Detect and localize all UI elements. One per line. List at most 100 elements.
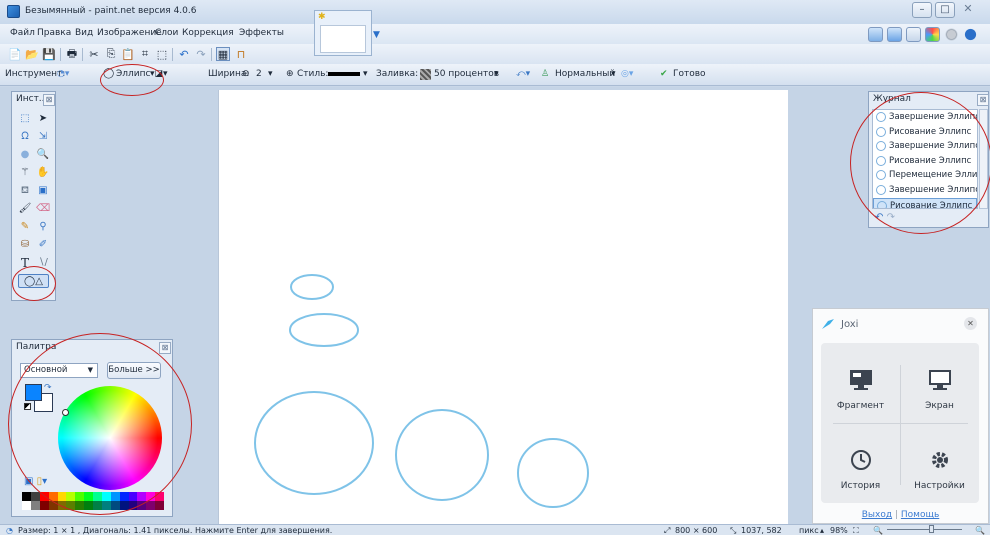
units-dropdown-icon[interactable]: ▴ xyxy=(820,526,824,535)
color-swatch[interactable] xyxy=(30,501,40,510)
color-swatch[interactable] xyxy=(119,501,129,510)
color-swatch[interactable] xyxy=(30,492,40,501)
width-decrease-icon[interactable]: ⊖ xyxy=(242,69,250,79)
grid-icon[interactable]: ▦ xyxy=(216,47,230,61)
history-item[interactable]: Завершение Эллипс xyxy=(873,110,977,125)
history-item[interactable]: Рисование Эллипс xyxy=(873,154,977,169)
paint-bucket-icon[interactable]: ⛾ xyxy=(18,184,32,198)
units-dropdown[interactable]: пикс xyxy=(799,526,819,535)
ruler-icon[interactable]: ⊓ xyxy=(234,47,248,61)
deselect-icon[interactable]: ⬚ xyxy=(155,47,169,61)
history-undo-redo-icons[interactable]: ↶ ↷ xyxy=(875,212,895,223)
color-swatch[interactable] xyxy=(93,492,102,501)
color-swatch[interactable] xyxy=(146,501,156,510)
line-curve-icon[interactable]: ∖/ xyxy=(36,256,50,270)
move-selection-icon[interactable]: ⇲ xyxy=(36,130,50,144)
color-swatch[interactable] xyxy=(101,501,111,510)
joxi-help-link[interactable]: Помощь xyxy=(901,510,939,520)
color-swatch[interactable] xyxy=(101,492,111,501)
done-button[interactable]: Готово xyxy=(673,69,706,79)
shape-draw-type-icon[interactable]: ▾◪▾ xyxy=(150,69,168,79)
color-swatch[interactable] xyxy=(155,492,164,501)
color-swatch[interactable] xyxy=(39,501,49,510)
zoom-out-icon[interactable]: 🔍 xyxy=(873,526,883,535)
blend-mode-dropdown[interactable]: Нормальный xyxy=(555,69,615,79)
crop-icon[interactable]: ⌗ xyxy=(138,47,152,61)
zoom-slider-thumb[interactable] xyxy=(929,525,934,533)
menu-edit[interactable]: Правка xyxy=(37,28,71,38)
colors-window-toggle-icon[interactable] xyxy=(925,27,940,42)
color-swatch[interactable] xyxy=(93,501,102,510)
shape-type-dropdown[interactable]: Эллипс xyxy=(116,69,150,79)
text-tool-icon[interactable]: T xyxy=(18,256,32,270)
zoom-slider[interactable] xyxy=(887,529,962,530)
color-swatch[interactable] xyxy=(155,501,164,510)
color-swatch[interactable] xyxy=(146,492,156,501)
width-dropdown-icon[interactable]: ▾ xyxy=(268,69,273,79)
redo-icon[interactable]: ↷ xyxy=(887,212,895,223)
print-icon[interactable]: 🖶 xyxy=(65,47,79,61)
color-swatch[interactable] xyxy=(75,501,85,510)
color-swatch[interactable] xyxy=(128,492,138,501)
color-wheel[interactable] xyxy=(58,386,162,490)
menu-effects[interactable]: Эффекты xyxy=(239,28,284,38)
open-file-icon[interactable]: 📂 xyxy=(25,47,39,61)
fill-dropdown[interactable]: 50 процентов xyxy=(434,69,499,79)
zoom-in-icon[interactable]: 🔍 xyxy=(975,526,985,535)
history-item[interactable]: Завершение Эллипс xyxy=(873,183,977,198)
color-swatch[interactable] xyxy=(137,492,147,501)
joxi-screen-button[interactable]: Экран xyxy=(900,343,979,423)
color-swatch[interactable] xyxy=(57,492,67,501)
swap-colors-icon[interactable]: ↷ xyxy=(44,383,52,393)
color-swatch[interactable] xyxy=(84,501,93,510)
gradient-icon[interactable]: ▣ xyxy=(36,184,50,198)
primary-color-swatch[interactable] xyxy=(25,384,42,401)
color-swatch[interactable] xyxy=(39,492,49,501)
history-item[interactable]: Перемещение Эллипс xyxy=(873,168,977,183)
joxi-fragment-button[interactable]: Фрагмент xyxy=(821,343,900,423)
color-swatch[interactable] xyxy=(66,492,76,501)
width-value[interactable]: 2 xyxy=(256,69,262,79)
blend-dropdown-icon[interactable]: ▾ xyxy=(611,69,616,79)
history-window-toggle-icon[interactable] xyxy=(887,27,902,42)
reset-colors-icon[interactable] xyxy=(24,403,31,410)
lasso-select-icon[interactable]: ᘯ xyxy=(18,130,32,144)
fill-dropdown-icon[interactable]: ▾ xyxy=(494,69,499,79)
color-swatch[interactable] xyxy=(48,501,58,510)
color-swatch[interactable] xyxy=(137,501,147,510)
paintbrush-icon[interactable]: 🖌 xyxy=(18,202,32,216)
joxi-close-icon[interactable]: ✕ xyxy=(964,317,977,330)
color-swatch[interactable] xyxy=(22,492,31,501)
clone-stamp-icon[interactable]: ⛁ xyxy=(18,238,32,252)
menu-adjustments[interactable]: Коррекция xyxy=(182,28,234,38)
color-swatch[interactable] xyxy=(66,501,76,510)
ellipse-select-icon[interactable]: ● xyxy=(18,148,32,162)
color-swatch[interactable] xyxy=(48,492,58,501)
style-dropdown-icon[interactable]: ▾ xyxy=(363,69,368,79)
zoom-fit-icon[interactable]: ⛶ xyxy=(853,526,859,535)
palette-panel-close-icon[interactable]: ⊠ xyxy=(159,342,171,354)
tools-panel-close-icon[interactable]: ⊠ xyxy=(43,94,55,106)
maximize-button[interactable]: □ xyxy=(935,2,955,18)
zoom-icon[interactable]: 🔍 xyxy=(36,148,50,162)
pencil-icon[interactable]: ✎ xyxy=(18,220,32,234)
joxi-history-button[interactable]: История xyxy=(821,423,900,503)
new-file-icon[interactable]: 📄 xyxy=(8,47,22,61)
zoom-level[interactable]: 98% xyxy=(830,526,848,535)
menu-image[interactable]: Изображение xyxy=(97,28,162,38)
magic-wand-icon[interactable]: ⚚ xyxy=(18,166,32,180)
joxi-settings-button[interactable]: Настройки xyxy=(900,423,979,503)
menu-layers[interactable]: Слои xyxy=(155,28,178,38)
copy-icon[interactable]: ⎘ xyxy=(104,47,118,61)
color-wheel-cursor[interactable] xyxy=(62,409,69,416)
color-picker-icon[interactable]: ⚲ xyxy=(36,220,50,234)
settings-gear-icon[interactable] xyxy=(944,27,959,42)
history-item[interactable]: Рисование Эллипс xyxy=(873,125,977,140)
menu-view[interactable]: Вид xyxy=(75,28,93,38)
color-mode-dropdown[interactable]: Основной ▼ xyxy=(20,363,98,378)
color-swatch[interactable] xyxy=(84,492,93,501)
recolor-icon[interactable]: ✐ xyxy=(36,238,50,252)
image-thumbnail-tab[interactable]: ✱ xyxy=(314,10,372,56)
color-swatch[interactable] xyxy=(75,492,85,501)
layers-window-toggle-icon[interactable] xyxy=(906,27,921,42)
